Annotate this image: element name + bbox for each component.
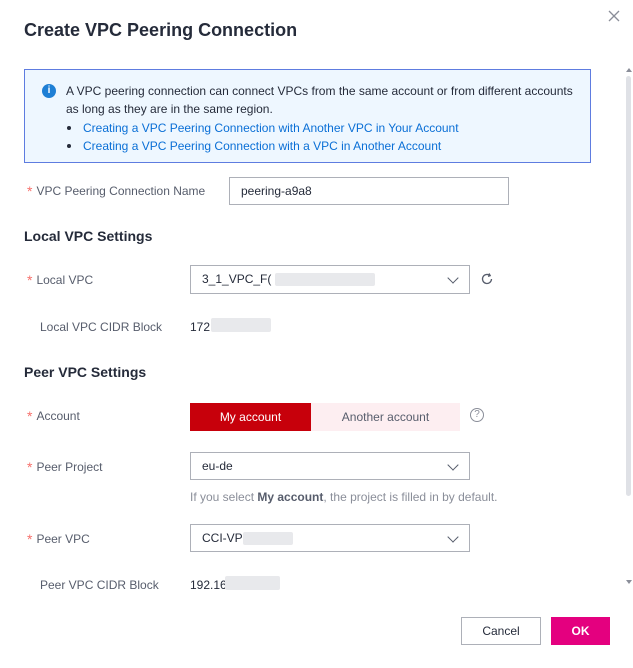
hint-suffix: , the project is filled in by default.	[323, 490, 498, 504]
notice-text: A VPC peering connection can connect VPC…	[66, 84, 573, 116]
name-input[interactable]: peering-a9a8	[229, 177, 509, 205]
scrollbar[interactable]	[624, 68, 633, 588]
info-icon: i	[42, 84, 56, 98]
peer-vpc-select[interactable]: CCI-VP	[190, 524, 470, 552]
account-label-text: Account	[36, 409, 80, 423]
ok-button[interactable]: OK	[551, 617, 610, 645]
local-cidr-value: 172	[190, 320, 211, 334]
required-mark: *	[27, 531, 33, 547]
account-label: * Account	[27, 407, 80, 424]
redacted-block	[275, 273, 375, 286]
peer-project-label-text: Peer Project	[36, 460, 103, 474]
local-vpc-section-title: Local VPC Settings	[24, 228, 153, 244]
required-mark: *	[27, 272, 33, 288]
scrollbar-thumb[interactable]	[626, 76, 631, 496]
cancel-button[interactable]: Cancel	[461, 617, 541, 645]
help-icon[interactable]: ?	[470, 408, 484, 422]
dialog-body[interactable]: i A VPC peering connection can connect V…	[0, 62, 633, 602]
name-input-value: peering-a9a8	[241, 184, 312, 198]
redacted-block	[225, 576, 280, 590]
name-label-text: VPC Peering Connection Name	[36, 184, 206, 198]
redacted-block	[211, 318, 271, 332]
peer-project-select[interactable]: eu-de	[190, 452, 470, 480]
refresh-icon[interactable]	[480, 272, 494, 286]
link-another-account[interactable]: Creating a VPC Peering Connection with a…	[67, 137, 459, 155]
my-account-option[interactable]: My account	[190, 403, 311, 431]
local-vpc-label: * Local VPC	[27, 271, 94, 288]
chevron-down-icon	[447, 272, 459, 284]
another-account-option[interactable]: Another account	[311, 403, 460, 431]
chevron-down-icon	[447, 531, 459, 543]
peer-vpc-label-text: Peer VPC	[36, 532, 90, 546]
local-cidr-label: Local VPC CIDR Block	[40, 320, 163, 334]
required-mark: *	[27, 408, 33, 424]
peer-vpc-section-title: Peer VPC Settings	[24, 364, 147, 380]
chevron-down-icon	[447, 459, 459, 471]
required-mark: *	[27, 459, 33, 475]
hint-bold: My account	[257, 490, 324, 504]
dialog-title: Create VPC Peering Connection	[24, 20, 298, 40]
hint-prefix: If you select	[190, 490, 258, 504]
required-mark: *	[27, 183, 33, 199]
peer-project-hint: If you select My account, the project is…	[190, 490, 497, 504]
local-vpc-select[interactable]: 3_1_VPC_F(	[190, 265, 470, 294]
link-same-account[interactable]: Creating a VPC Peering Connection with A…	[67, 119, 459, 137]
notice-links: Creating a VPC Peering Connection with A…	[67, 119, 459, 155]
redacted-block	[243, 532, 293, 545]
peer-cidr-label: Peer VPC CIDR Block	[40, 578, 159, 592]
create-vpc-peering-dialog: Create VPC Peering Connection i A VPC pe…	[0, 0, 633, 668]
local-vpc-value: 3_1_VPC_F(	[202, 272, 272, 286]
name-label: * VPC Peering Connection Name	[27, 182, 206, 199]
scroll-up-arrow[interactable]	[626, 68, 632, 72]
peer-cidr-value: 192.16	[190, 578, 227, 592]
scroll-down-arrow[interactable]	[626, 580, 632, 584]
peer-vpc-label: * Peer VPC	[27, 530, 90, 547]
info-notice: i A VPC peering connection can connect V…	[24, 69, 591, 163]
peer-project-label: * Peer Project	[27, 458, 103, 475]
peer-vpc-value: CCI-VP	[202, 531, 243, 545]
peer-project-value: eu-de	[202, 459, 233, 473]
local-vpc-label-text: Local VPC	[36, 273, 94, 287]
close-icon[interactable]	[606, 8, 622, 24]
